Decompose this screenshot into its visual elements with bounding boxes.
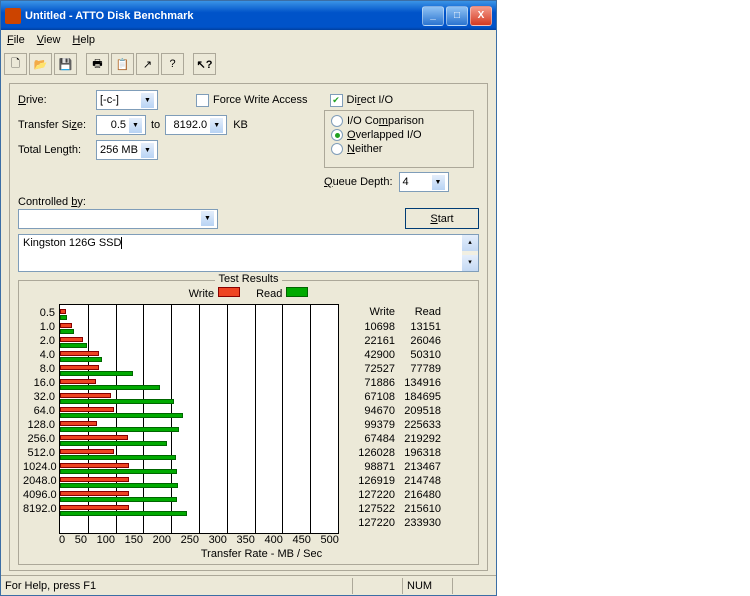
chart-legend: Write Read bbox=[23, 287, 474, 300]
total-length-label: Total Length: bbox=[18, 144, 96, 156]
io-comparison-radio[interactable] bbox=[331, 115, 343, 127]
values-table: WriteRead 106981315122161260464290050310… bbox=[339, 304, 449, 530]
total-length-select[interactable]: 256 MB▼ bbox=[96, 140, 158, 160]
drive-select[interactable]: [-c-]▼ bbox=[96, 90, 158, 110]
status-bar: For Help, press F1 NUM bbox=[1, 575, 496, 595]
io-mode-group: I/O Comparison Overlapped I/O Neither bbox=[324, 110, 474, 168]
export-button[interactable]: ↗ bbox=[136, 53, 159, 75]
print-button[interactable]: 🖶 bbox=[86, 53, 109, 75]
drive-label: Drive: bbox=[18, 94, 96, 106]
overlapped-io-radio[interactable] bbox=[331, 129, 343, 141]
new-button[interactable]: 🗋 bbox=[4, 53, 27, 75]
app-window: Untitled - ATTO Disk Benchmark _ □ X Fil… bbox=[0, 0, 497, 596]
neither-radio[interactable] bbox=[331, 143, 343, 155]
menu-file[interactable]: File bbox=[7, 34, 25, 46]
transfer-size-label: Transfer Size: bbox=[18, 119, 96, 131]
content-panel: Drive: [-c-]▼ Force Write Access ✔ Direc… bbox=[9, 83, 488, 571]
chart-plot bbox=[59, 304, 339, 534]
start-button[interactable]: Start bbox=[405, 208, 479, 229]
menu-help[interactable]: Help bbox=[72, 34, 95, 46]
save-button[interactable]: 💾 bbox=[54, 53, 77, 75]
num-lock-indicator: NUM bbox=[402, 578, 452, 594]
description-input[interactable]: Kingston 126G SSD ▴▾ bbox=[18, 234, 479, 272]
force-write-label: Force Write Access bbox=[213, 94, 308, 106]
copy-button[interactable]: 📋 bbox=[111, 53, 134, 75]
menu-view[interactable]: View bbox=[37, 34, 61, 46]
x-axis-labels: 050100150200250300350400450500 bbox=[59, 534, 339, 546]
controlled-by-select[interactable]: ▼ bbox=[18, 209, 218, 229]
results-fieldset: Test Results Write Read 0.51.02.04.08.01… bbox=[18, 280, 479, 565]
toolbar: 🗋 📂 💾 🖶 📋 ↗ ? ↖? bbox=[1, 50, 496, 78]
menubar: File View Help bbox=[1, 30, 496, 50]
direct-io-label: Direct I/O bbox=[347, 94, 393, 106]
titlebar[interactable]: Untitled - ATTO Disk Benchmark _ □ X bbox=[1, 1, 496, 30]
minimize-button[interactable]: _ bbox=[422, 6, 444, 26]
direct-io-checkbox[interactable]: ✔ bbox=[330, 94, 343, 107]
maximize-button[interactable]: □ bbox=[446, 6, 468, 26]
window-title: Untitled - ATTO Disk Benchmark bbox=[25, 10, 194, 22]
ts-min-select[interactable]: 0.5▼ bbox=[96, 115, 146, 135]
force-write-checkbox[interactable] bbox=[196, 94, 209, 107]
x-axis-title: Transfer Rate - MB / Sec bbox=[49, 548, 474, 560]
close-button[interactable]: X bbox=[470, 6, 492, 26]
ts-max-select[interactable]: 8192.0▼ bbox=[165, 115, 227, 135]
scrollbar[interactable]: ▴▾ bbox=[462, 235, 478, 271]
queue-depth-select[interactable]: 4▼ bbox=[399, 172, 449, 192]
status-text: For Help, press F1 bbox=[5, 580, 352, 592]
help-button[interactable]: ? bbox=[161, 53, 184, 75]
whats-this-button[interactable]: ↖? bbox=[193, 53, 216, 75]
results-title: Test Results bbox=[215, 273, 283, 285]
y-axis-labels: 0.51.02.04.08.016.032.064.0128.0256.0512… bbox=[23, 304, 59, 516]
app-icon bbox=[5, 8, 21, 24]
open-button[interactable]: 📂 bbox=[29, 53, 52, 75]
